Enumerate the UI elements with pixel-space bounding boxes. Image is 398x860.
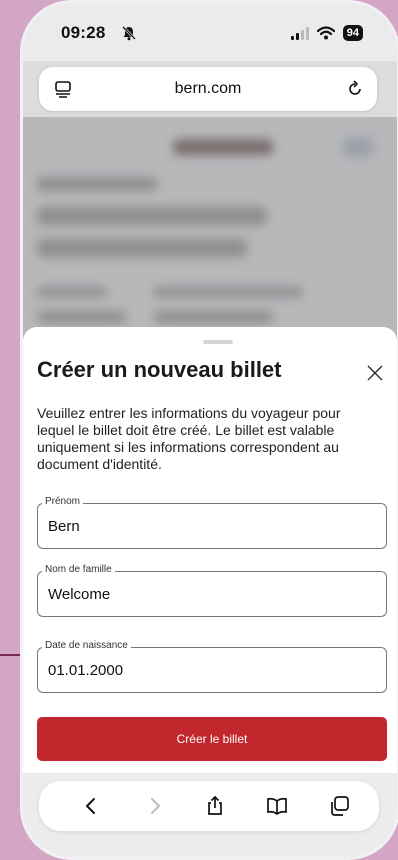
sheet-drag-handle[interactable] — [203, 340, 233, 344]
birth-date-value[interactable]: 01.01.2000 — [48, 662, 123, 679]
last-name-label: Nom de famille — [42, 564, 115, 575]
back-icon[interactable] — [79, 794, 103, 818]
phone-frame: 09:28 94 bern.com Créer un nouveau bille… — [20, 0, 398, 860]
reload-icon[interactable] — [345, 79, 365, 99]
last-name-value[interactable]: Welcome — [48, 586, 110, 603]
sheet-title: Créer un nouveau billet — [37, 357, 282, 382]
wifi-icon — [316, 26, 335, 40]
cellular-signal-icon — [290, 26, 309, 40]
close-icon[interactable] — [365, 363, 385, 383]
last-name-field[interactable]: Nom de famille Welcome — [37, 564, 387, 617]
bookmarks-icon[interactable] — [265, 794, 289, 818]
browser-bottom-bar — [23, 773, 397, 857]
birth-date-label: Date de naissance — [42, 640, 131, 651]
share-icon[interactable] — [203, 794, 227, 818]
forward-icon[interactable] — [143, 794, 167, 818]
tabs-icon[interactable] — [327, 794, 351, 818]
first-name-value[interactable]: Bern — [48, 518, 80, 535]
battery-indicator: 94 — [342, 25, 363, 41]
browser-toolbar — [39, 781, 379, 831]
status-bar: 09:28 94 — [23, 3, 397, 61]
status-time: 09:28 — [61, 23, 106, 42]
bell-slash-icon — [122, 26, 136, 41]
url-text[interactable]: bern.com — [39, 80, 377, 98]
address-bar[interactable]: bern.com — [39, 67, 377, 111]
first-name-field[interactable]: Prénom Bern — [37, 496, 387, 549]
blurred-page-background — [23, 117, 397, 347]
first-name-label: Prénom — [42, 496, 84, 507]
create-ticket-button[interactable]: Créer le billet — [37, 717, 387, 761]
sheet-description: Veuillez entrer les informations du voya… — [37, 405, 341, 472]
birth-date-field[interactable]: Date de naissance 01.01.2000 — [37, 640, 387, 693]
